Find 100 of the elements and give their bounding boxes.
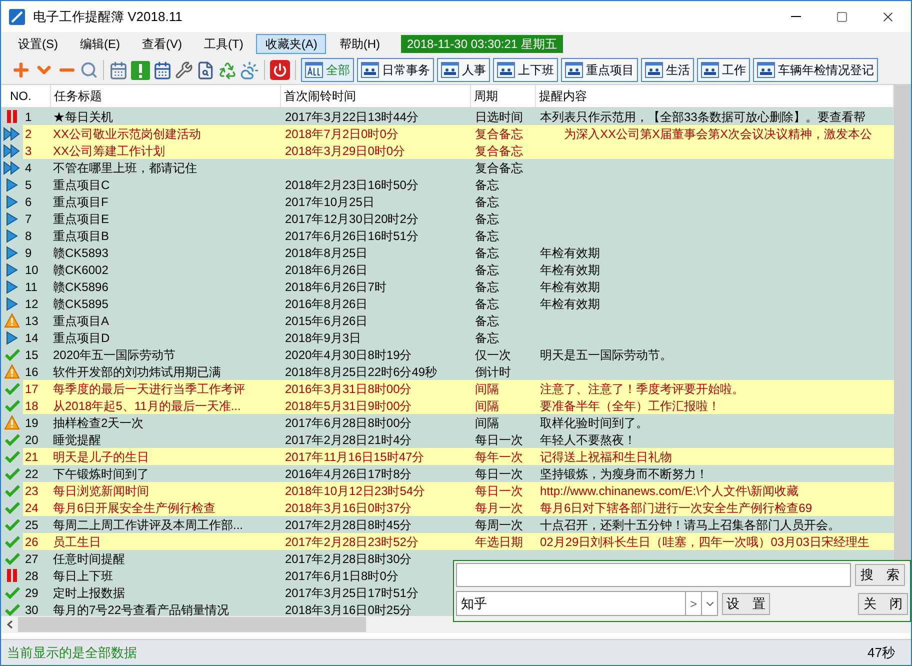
table-cell: 每月的7号22号查看产品销量情况	[53, 602, 230, 616]
table-cell: 重点项目E	[53, 212, 110, 226]
table-cell: 间隔	[475, 398, 499, 412]
table-cell: 3	[25, 144, 32, 158]
table-cell: 2017年6月28日8时00分	[285, 416, 412, 430]
table-cell: 年检有效期	[540, 280, 600, 294]
table-cell: 2017年6月1日8时0分	[285, 568, 398, 582]
table-cell: 每日一次	[475, 484, 523, 498]
table-cell: 2018年3月29日0时0分	[285, 144, 406, 158]
table-cell: 仅一次	[475, 348, 511, 362]
table-cell: 年轻人不要熬夜！	[540, 432, 636, 446]
table-cell: XX公司敬业示范岗创建活动	[53, 126, 202, 140]
table-cell: 备忘	[475, 228, 499, 242]
table-cell: 每日上下班	[53, 568, 113, 582]
table-cell: 重点项目F	[53, 194, 108, 208]
table-cell: 十点召开，还剩十五分钟！请马上召集各部门人员开会。	[540, 518, 840, 532]
table-cell: 2018年6月26日	[285, 262, 368, 276]
table-cell: 2017年2月28日21时4分	[285, 432, 412, 446]
table-cell: 明天是儿子的生日	[53, 450, 149, 464]
table-cell: 取样化验时间到了。	[540, 416, 648, 430]
table-cell: 重点项目D	[53, 330, 110, 344]
table-cell: 2017年12月30日20时2分	[285, 212, 418, 226]
table-cell: 每日一次	[475, 432, 523, 446]
table-cell: 备忘	[475, 262, 499, 276]
table-cell: 17	[25, 382, 38, 396]
table-cell: 29	[25, 586, 38, 600]
table-cell: 本列表只作示范用，【全部33条数据可放心删除】。要查看帮	[540, 110, 866, 124]
elapsed-time: 47秒	[868, 644, 895, 662]
date-time-display: 2018-11-30 03:30:21 星期五	[401, 35, 563, 53]
table-cell: 2018年5月31日9时00分	[285, 398, 412, 412]
table-cell: 27	[25, 552, 38, 566]
table-cell: 2018年7月2日0时0分	[285, 126, 398, 140]
table-cell: 复合备忘	[475, 160, 523, 174]
table-cell: 间隔	[475, 382, 499, 396]
table-cell: 重点项目B	[53, 228, 110, 242]
table-cell: 10	[25, 262, 38, 276]
table-cell: 每周一次	[475, 518, 523, 532]
table-cell: 2020年4月30日8时19分	[285, 348, 412, 362]
table-cell: 从2018年起5、11月的最后一天准...	[53, 398, 241, 412]
table-cell: 26	[25, 534, 38, 548]
table-cell: 每月6日对下辖各部门进行一次安全生产例行检查69	[540, 500, 812, 514]
table-cell: 9	[25, 246, 32, 260]
table-cell: 2016年3月31日8时00分	[285, 382, 412, 396]
table-cell: 14	[25, 330, 38, 344]
table-cell: 年检有效期	[540, 262, 600, 276]
table-cell: 8	[25, 228, 32, 242]
table-cell: 2017年10月25日	[285, 194, 374, 208]
table-cell: 2018年10月12日23时54分	[285, 484, 426, 498]
table-cell: 4	[25, 160, 32, 174]
table-cell: 1	[25, 110, 32, 124]
table-cell: 复合备忘	[475, 144, 523, 158]
table-cell: 备忘	[475, 330, 499, 344]
table-cell: 2018年3月16日0时37分	[285, 500, 412, 514]
table-cell: 复合备忘	[475, 126, 523, 140]
table-cell: 睡觉提醒	[53, 432, 101, 446]
table-cell: 每周二上周工作讲评及本周工作部...	[53, 518, 244, 532]
status-message: 当前显示的是全部数据	[7, 644, 137, 662]
table-cell: 2018年8月25日22时6分49秒	[285, 364, 438, 378]
table-cell: 2015年6月26日	[285, 314, 368, 328]
table-cell: 2016年8月26日	[285, 296, 368, 310]
table-cell: 备忘	[475, 246, 499, 260]
table-cell: 11	[25, 280, 38, 294]
window-title: 电子工作提醒簿 V2018.11	[33, 8, 182, 26]
table-cell: 备忘	[475, 314, 499, 328]
table-cell: 23	[25, 484, 38, 498]
table-cell: 22	[25, 466, 38, 480]
table-cell: 抽样检查2天一次	[53, 416, 144, 430]
table-cell: 5	[25, 178, 32, 192]
table-cell: 24	[25, 500, 38, 514]
table-cell: 2017年3月25日17时51分	[285, 586, 418, 600]
table-cell: 每日浏览新闻时间	[53, 484, 149, 498]
table-cell: 赣CK5896	[53, 280, 108, 294]
table-cell: 明天是五一国际劳动节。	[540, 348, 672, 362]
table-cell: 日选时间	[475, 110, 523, 124]
table-cell: 下午锻炼时间到了	[53, 466, 149, 480]
table-cell: 任意时间提醒	[53, 552, 125, 566]
table-cell: 员工生日	[53, 534, 101, 548]
table-cell: 年选日期	[475, 534, 523, 548]
table-cell: 2018年8月25日	[285, 246, 368, 260]
table-cell: XX公司筹建工作计划	[53, 144, 166, 158]
table-cell: 7	[25, 212, 32, 226]
table-cell: 2016年4月26日17时8分	[285, 466, 412, 480]
table-cell: 2017年6月26日16时51分	[285, 228, 418, 242]
table-cell: 2018年2月23日16时50分	[285, 178, 418, 192]
table-cell: 备忘	[475, 212, 499, 226]
table-cell: 每月6日开展安全生产例行检查	[53, 500, 216, 514]
table-cell: 19	[25, 416, 38, 430]
table-cell: 注意了、注意了！季度考评要开始啦。	[540, 382, 744, 396]
table-cell: 年检有效期	[540, 296, 600, 310]
table-cell: 2017年11月16日15时47分	[285, 450, 424, 464]
table-cell: 每季度的最后一天进行当季工作考评	[53, 382, 245, 396]
table-cell: 6	[25, 194, 32, 208]
table-cell: http://www.chinanews.com/E:\个人文件\新闻收藏	[540, 484, 799, 498]
table-cell: 每年一次	[475, 450, 523, 464]
table-cell: 18	[25, 398, 38, 412]
table-cell: 倒计时	[475, 364, 511, 378]
table-cell: 2018年9月3日	[285, 330, 362, 344]
table-cell: 2017年2月28日8时30分	[285, 552, 412, 566]
table-cell: 21	[25, 450, 38, 464]
table-cell: 备忘	[475, 280, 499, 294]
